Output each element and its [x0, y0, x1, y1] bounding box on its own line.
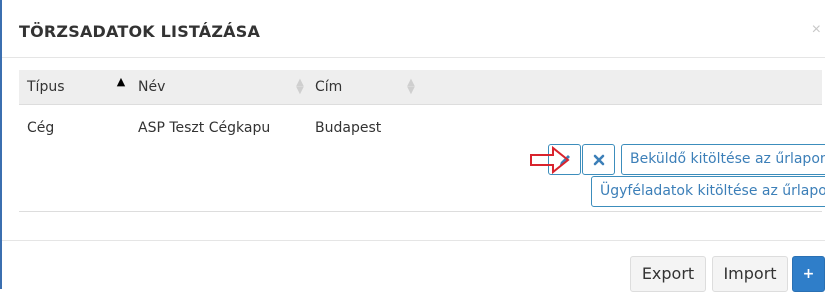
times-icon	[593, 154, 605, 166]
sort-ascending-icon[interactable]: ▲	[116, 76, 126, 87]
footer-divider	[2, 240, 825, 241]
modal-header: TÖRZSADATOK LISTÁZÁSA ×	[2, 0, 825, 58]
table-row: Cég ASP Teszt Cégkapu Budapest Beküldő k…	[19, 105, 825, 212]
ugyfeladatok-fill-button[interactable]: Ügyféladatok kitöltése az űrlapon	[591, 176, 825, 207]
column-header-cim[interactable]: Cím	[315, 79, 342, 95]
sort-icon[interactable]: ▲ ▼	[295, 78, 305, 96]
delete-button[interactable]	[582, 144, 615, 175]
import-button[interactable]: Import	[712, 256, 788, 292]
modal-title: TÖRZSADATOK LISTÁZÁSA	[19, 22, 261, 41]
column-header-nev[interactable]: Név	[138, 79, 165, 95]
close-icon[interactable]: ×	[812, 21, 821, 39]
sort-icon[interactable]: ▲ ▼	[406, 78, 416, 96]
add-button[interactable]: +	[792, 256, 825, 292]
export-button[interactable]: Export	[630, 256, 706, 292]
bekuldo-fill-button[interactable]: Beküldő kitöltése az űrlapon	[621, 144, 825, 175]
column-header-tipus[interactable]: Típus	[27, 79, 65, 95]
data-table: Típus ▲ Név ▲ ▼ Cím ▲ ▼ Cég ASP Teszt Cégk…	[19, 70, 825, 212]
cell-tipus: Cég	[27, 120, 55, 136]
cell-nev: ASP Teszt Cégkapu	[138, 120, 271, 136]
modal-dialog: TÖRZSADATOK LISTÁZÁSA × Típus ▲ Név ▲ ▼ C…	[2, 0, 825, 292]
cell-cim: Budapest	[315, 120, 382, 136]
table-header: Típus ▲ Név ▲ ▼ Cím ▲ ▼	[19, 70, 822, 105]
red-arrow-annotation	[530, 145, 570, 175]
